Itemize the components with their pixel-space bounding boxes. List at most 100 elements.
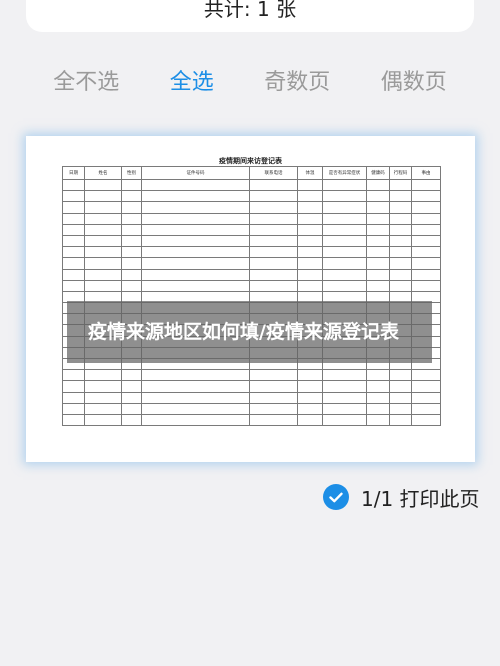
- table-cell: [389, 234, 412, 248]
- table-cell: [322, 234, 367, 248]
- table-cell: [297, 279, 323, 292]
- column-header: 行程码: [389, 166, 412, 180]
- table-cell: [121, 212, 142, 225]
- table-cell: [62, 257, 85, 270]
- table-cell: [297, 246, 323, 259]
- table-cell: [411, 257, 441, 270]
- table-cell: [322, 268, 367, 281]
- table-cell: [411, 178, 441, 192]
- checkmark-icon[interactable]: [323, 484, 349, 510]
- table-row: [62, 380, 441, 393]
- table-cell: [366, 402, 390, 415]
- table-cell: [249, 268, 298, 281]
- table-cell: [411, 268, 441, 281]
- table-cell: [84, 268, 122, 281]
- table-cell: [62, 246, 85, 259]
- table-cell: [249, 201, 298, 214]
- table-cell: [411, 212, 441, 225]
- table-cell: [121, 402, 142, 415]
- table-cell: [297, 391, 323, 404]
- table-cell: [322, 391, 367, 404]
- article-title: 疫情来源地区如何填/疫情来源登记表: [88, 321, 399, 343]
- column-header: 联系电话: [249, 166, 298, 180]
- table-cell: [389, 223, 412, 236]
- table-cell: [121, 223, 142, 236]
- table-cell: [322, 178, 367, 192]
- table-cell: [411, 391, 441, 404]
- table-cell: [389, 391, 412, 404]
- table-cell: [322, 380, 367, 393]
- table-cell: [84, 178, 122, 192]
- table-cell: [84, 391, 122, 404]
- table-cell: [322, 190, 367, 203]
- table-cell: [322, 402, 367, 415]
- table-cell: [366, 201, 390, 214]
- table-row: [62, 178, 441, 192]
- article-title-overlay: 疫情来源地区如何填/疫情来源登记表: [67, 301, 432, 363]
- table-cell: [62, 413, 85, 427]
- table-row: [62, 246, 441, 259]
- table-cell: [389, 268, 412, 281]
- table-cell: [62, 201, 85, 214]
- table-cell: [141, 201, 250, 214]
- page-selector[interactable]: 1/1 打印此页: [323, 483, 480, 511]
- table-cell: [366, 279, 390, 292]
- table-row: [62, 279, 441, 292]
- table-cell: [62, 223, 85, 236]
- table-cell: [322, 212, 367, 225]
- table-cell: [62, 212, 85, 225]
- table-cell: [84, 413, 122, 427]
- table-cell: [389, 246, 412, 259]
- table-cell: [389, 178, 412, 192]
- table-cell: [366, 178, 390, 192]
- table-cell: [84, 234, 122, 248]
- table-cell: [62, 402, 85, 415]
- table-cell: [121, 257, 142, 270]
- table-cell: [84, 190, 122, 203]
- page-preview[interactable]: 疫情期间来访登记表 日期 姓名 性别 证件号码 联系电话 体温 是否有异常症状 …: [26, 136, 475, 462]
- table-cell: [249, 223, 298, 236]
- page-filter-tabs: 全不选 全选 奇数页 偶数页: [0, 62, 500, 98]
- table-cell: [411, 246, 441, 259]
- table-cell: [366, 212, 390, 225]
- table-row: [62, 201, 441, 214]
- table-cell: [389, 201, 412, 214]
- table-cell: [297, 234, 323, 248]
- table-cell: [121, 413, 142, 427]
- table-cell: [249, 279, 298, 292]
- tab-select-all[interactable]: 全选: [170, 64, 214, 96]
- tab-odd-pages[interactable]: 奇数页: [264, 64, 330, 96]
- table-cell: [121, 268, 142, 281]
- tab-select-none[interactable]: 全不选: [53, 64, 119, 96]
- table-cell: [366, 234, 390, 248]
- table-cell: [322, 246, 367, 259]
- table-cell: [141, 257, 250, 270]
- table-cell: [322, 413, 367, 427]
- table-cell: [366, 380, 390, 393]
- tab-even-pages[interactable]: 偶数页: [381, 64, 447, 96]
- table-cell: [389, 413, 412, 427]
- table-cell: [366, 391, 390, 404]
- table-row: [62, 212, 441, 225]
- table-cell: [84, 380, 122, 393]
- table-cell: [141, 234, 250, 248]
- column-header: 姓名: [84, 166, 122, 180]
- sheet-title: 疫情期间来访登记表: [219, 157, 282, 165]
- table-row: [62, 391, 441, 404]
- table-cell: [121, 380, 142, 393]
- table-cell: [322, 257, 367, 270]
- table-cell: [121, 234, 142, 248]
- table-row: [62, 402, 441, 415]
- table-row: [62, 257, 441, 270]
- table-cell: [366, 246, 390, 259]
- table-cell: [62, 380, 85, 393]
- column-header: 健康码: [366, 166, 390, 180]
- table-cell: [249, 234, 298, 248]
- table-cell: [84, 369, 122, 382]
- table-cell: [141, 279, 250, 292]
- table-cell: [141, 391, 250, 404]
- table-cell: [62, 268, 85, 281]
- table-cell: [366, 413, 390, 427]
- table-cell: [62, 178, 85, 192]
- table-cell: [322, 369, 367, 382]
